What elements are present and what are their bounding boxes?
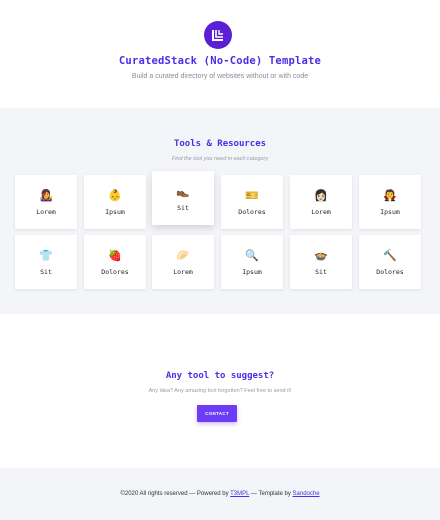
sandoche-link[interactable]: Sandoche: [293, 491, 320, 497]
tools-title: Tools & Resources: [173, 139, 267, 149]
tool-card[interactable]: 🧛 Ipsum: [359, 175, 421, 229]
site-subtitle: Build a curated directory of websites wi…: [131, 73, 309, 80]
tool-label: Sit: [315, 268, 327, 276]
tool-card[interactable]: 🍲 Sit: [290, 235, 352, 289]
tool-label: Sit: [177, 204, 189, 212]
tool-emoji-icon: 👩🏻: [314, 190, 328, 202]
logo-icon[interactable]: [204, 21, 232, 49]
tool-card[interactable]: 👶 Ipsum: [84, 175, 146, 229]
tool-label: Ipsum: [242, 268, 262, 276]
tool-emoji-icon: 🥟: [176, 250, 190, 262]
footer-middle: — Template by: [249, 491, 293, 497]
tool-label: Dolores: [376, 268, 404, 276]
tools-section: Tools & Resources Find the tool you need…: [0, 108, 440, 314]
tool-card[interactable]: 👩🏻 Lorem: [290, 175, 352, 229]
tool-emoji-icon: 🔨: [383, 250, 397, 262]
tool-emoji-icon: 🍲: [314, 250, 328, 262]
tool-emoji-icon: 🔍: [245, 250, 259, 262]
tool-emoji-icon: 🧛: [383, 190, 397, 202]
tool-card[interactable]: 🎫 Dolores: [221, 175, 283, 229]
tool-label: Sit: [40, 268, 52, 276]
tool-emoji-icon: 👶: [108, 190, 122, 202]
hero-section: CuratedStack (No-Code) Template Build a …: [0, 0, 440, 108]
suggest-title: Any tool to suggest?: [165, 371, 275, 381]
layers-icon: [212, 30, 223, 41]
tool-label: Ipsum: [105, 208, 125, 216]
tool-emoji-icon: 👕: [39, 250, 53, 262]
tools-subtitle: Find the tool you need in each category: [171, 156, 269, 162]
tool-label: Dolores: [238, 208, 266, 216]
footer-prefix: ©2020 All rights reserved — Powered by: [120, 491, 231, 497]
tool-label: Lorem: [173, 268, 193, 276]
tool-emoji-icon: 🍓: [108, 250, 122, 262]
t3mpl-link[interactable]: T3MPL: [230, 491, 249, 497]
tool-card[interactable]: 👕 Sit: [15, 235, 77, 289]
footer-text: ©2020 All rights reserved — Powered by T…: [0, 491, 440, 497]
suggest-subtitle: Any idea? Any amazing tool forgotten? Fe…: [148, 388, 292, 394]
tool-emoji-icon: 👩‍🎤: [39, 190, 53, 202]
tool-card[interactable]: 👩‍🎤 Lorem: [15, 175, 77, 229]
site-title: CuratedStack (No-Code) Template: [118, 55, 322, 67]
contact-button[interactable]: CONTACT: [197, 405, 237, 422]
tool-label: Lorem: [311, 208, 331, 216]
tool-label: Ipsum: [380, 208, 400, 216]
tool-card[interactable]: 🔨 Dolores: [359, 235, 421, 289]
tool-card[interactable]: 🥟 Lorem: [152, 235, 214, 289]
tool-emoji-icon: 👞: [176, 186, 190, 198]
tool-card[interactable]: 🍓 Dolores: [84, 235, 146, 289]
tool-label: Dolores: [101, 268, 129, 276]
tool-card[interactable]: 🔍 Ipsum: [221, 235, 283, 289]
suggest-section: Any tool to suggest? Any idea? Any amazi…: [0, 314, 440, 468]
tool-emoji-icon: 🎫: [245, 190, 259, 202]
tool-label: Lorem: [36, 208, 56, 216]
footer: ©2020 All rights reserved — Powered by T…: [0, 468, 440, 520]
tool-card[interactable]: 👞 Sit: [152, 171, 214, 225]
